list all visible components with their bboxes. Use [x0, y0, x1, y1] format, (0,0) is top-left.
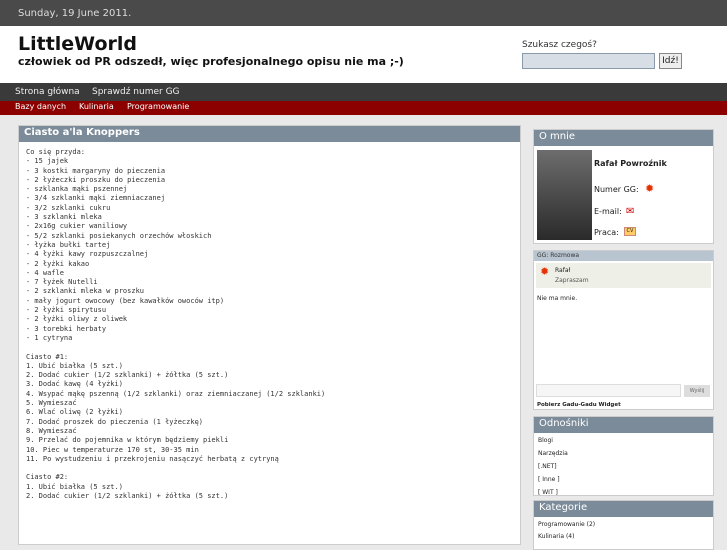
- search-button[interactable]: Idź!: [659, 53, 682, 69]
- about-title: O mnie: [534, 130, 713, 146]
- link-blogs[interactable]: Blogi: [538, 437, 553, 444]
- blog-post: Ciasto a'la Knoppers Co się przyda: - 15…: [18, 125, 521, 545]
- gg-contact-name: Rafał: [555, 267, 571, 274]
- link-tools[interactable]: Narzędzia: [538, 450, 568, 457]
- category-cooking[interactable]: Kulinaria (4): [538, 533, 574, 540]
- main-navigation: Strona główna Sprawdź numer GG: [0, 83, 727, 101]
- post-title[interactable]: Ciasto a'la Knoppers: [19, 126, 520, 142]
- gg-contact-status: Zapraszam: [555, 277, 589, 284]
- gg-message: Nie ma mnie.: [537, 295, 578, 302]
- date-bar: Sunday, 19 June 2011.: [0, 0, 727, 26]
- post-content: Co się przyda: - 15 jajek - 3 kostki mar…: [26, 148, 326, 500]
- gg-status-icon[interactable]: ✹: [645, 182, 654, 195]
- gg-download-link[interactable]: Pobierz Gadu-Gadu Widget: [537, 402, 621, 408]
- email-icon[interactable]: ✉: [626, 206, 634, 217]
- category-navigation: Bazy danych Kulinaria Programowanie: [0, 101, 727, 115]
- email-label: E-mail:: [594, 207, 622, 216]
- site-header: LittleWorld człowiek od PR odszedł, więc…: [0, 26, 727, 83]
- cv-icon[interactable]: CV: [624, 227, 636, 236]
- links-widget: Odnośniki Blogi Narzędzia [.NET] [ Inne …: [533, 416, 714, 496]
- link-wit[interactable]: [ WIT ]: [538, 489, 558, 496]
- gg-message-input[interactable]: [536, 384, 681, 397]
- avatar: [537, 150, 592, 240]
- categories-title: Kategorie: [534, 501, 713, 517]
- gg-widget-title: GG: Rozmowa: [534, 251, 713, 261]
- gg-send-button[interactable]: Wyślij: [684, 385, 710, 397]
- gg-label: Numer GG:: [594, 185, 639, 194]
- subnav-cooking[interactable]: Kulinaria: [79, 102, 114, 111]
- subnav-databases[interactable]: Bazy danych: [15, 102, 66, 111]
- nav-home[interactable]: Strona główna: [15, 87, 80, 97]
- nav-check-gg[interactable]: Sprawdź numer GG: [92, 87, 180, 97]
- search-input[interactable]: [522, 53, 655, 69]
- search-label: Szukasz czegoś?: [522, 40, 597, 50]
- link-other[interactable]: [ Inne ]: [538, 476, 560, 483]
- subnav-programming[interactable]: Programowanie: [127, 102, 189, 111]
- category-programming[interactable]: Programowanie (2): [538, 521, 595, 528]
- links-title: Odnośniki: [534, 417, 713, 433]
- categories-widget: Kategorie Programowanie (2) Kulinaria (4…: [533, 500, 714, 550]
- link-net[interactable]: [.NET]: [538, 463, 557, 470]
- site-title[interactable]: LittleWorld: [18, 33, 137, 55]
- author-name: Rafał Powroźnik: [594, 159, 667, 168]
- gg-contact-icon: ✹: [540, 265, 550, 278]
- work-label: Praca:: [594, 228, 619, 237]
- gg-contact: ✹ Rafał Zapraszam: [536, 263, 711, 288]
- about-widget: O mnie Rafał Powroźnik Numer GG: E-mail:…: [533, 129, 714, 244]
- gadu-gadu-widget: GG: Rozmowa ✹ Rafał Zapraszam Nie ma mni…: [533, 250, 714, 410]
- site-subtitle: człowiek od PR odszedł, więc profesjonal…: [18, 55, 404, 68]
